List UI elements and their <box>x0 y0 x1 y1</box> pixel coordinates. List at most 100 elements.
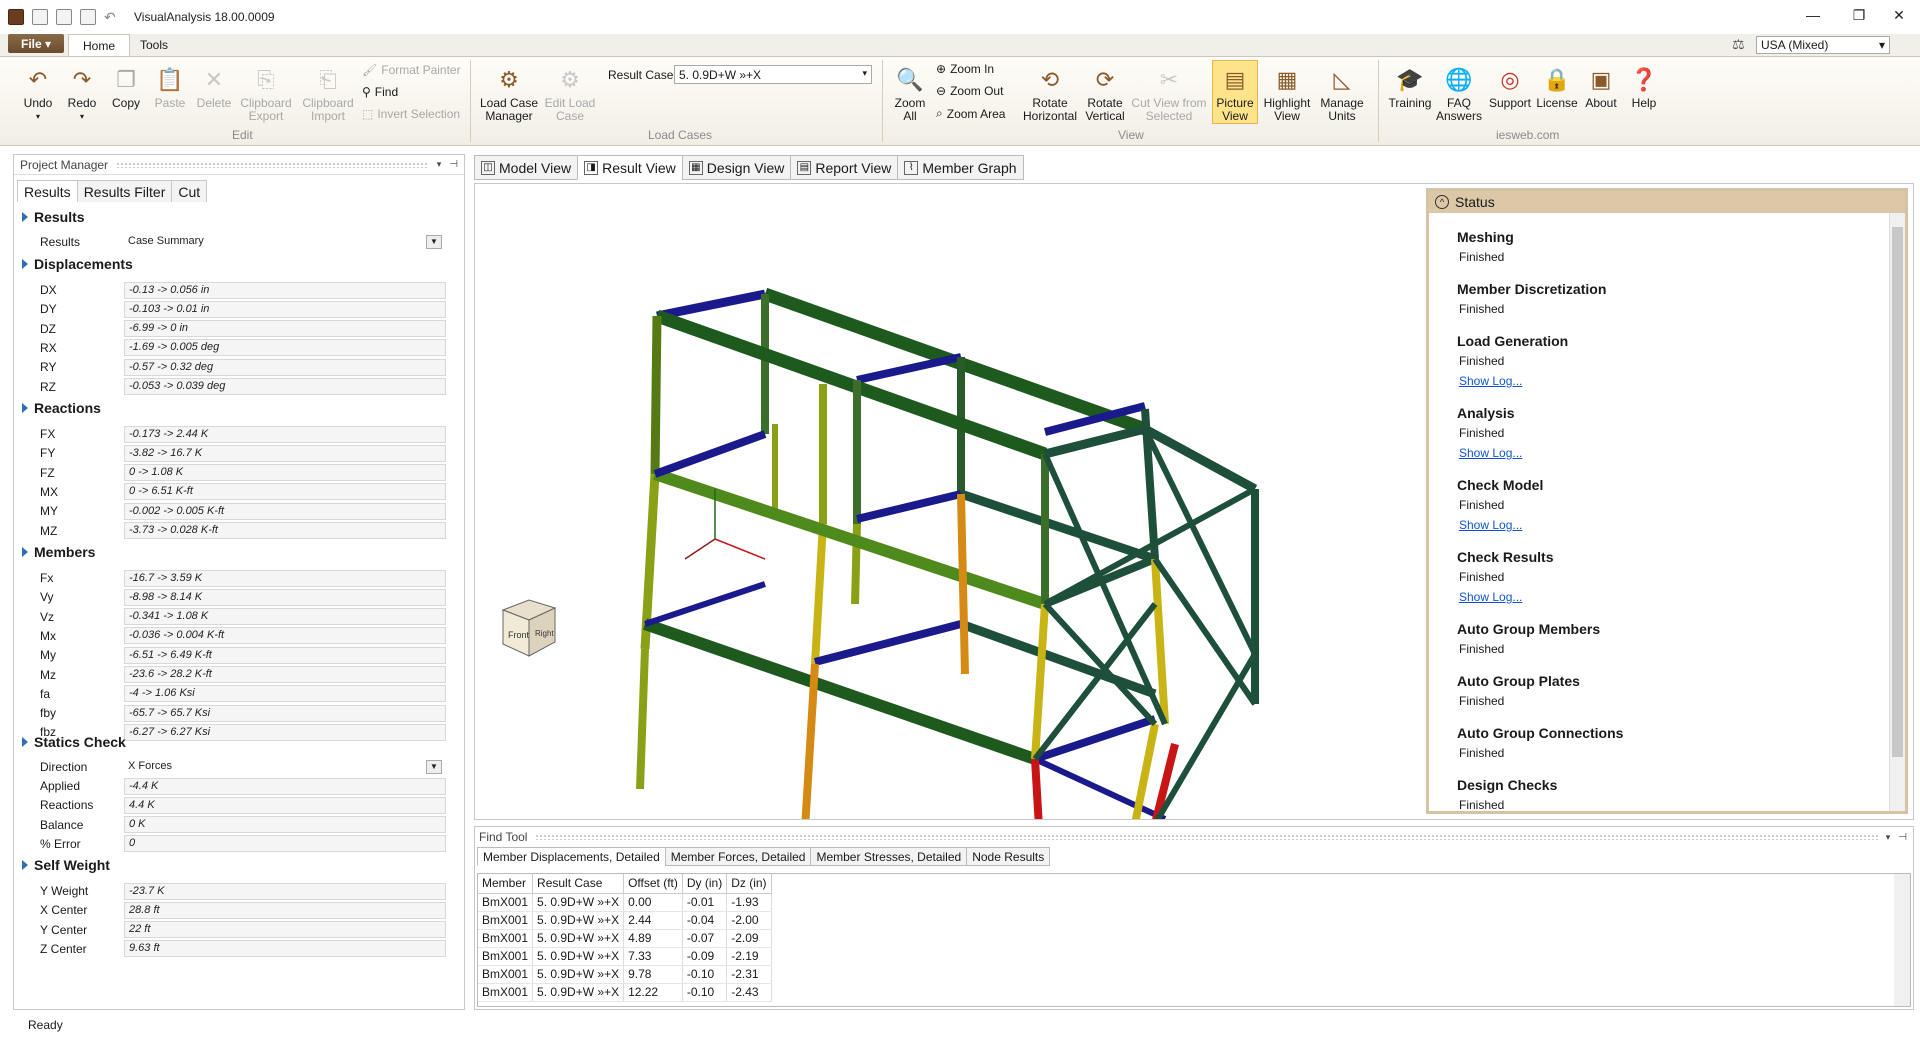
tab-home[interactable]: Home <box>68 34 131 56</box>
column-header[interactable]: Offset (ft) <box>623 874 683 894</box>
save-icon[interactable] <box>56 9 72 25</box>
property-value[interactable]: 9.63 ft <box>124 940 446 958</box>
direction-select[interactable]: X Forces ▼ <box>124 758 446 776</box>
help-button[interactable]: ❓ Help <box>1624 64 1664 110</box>
property-value[interactable]: 0 -> 6.51 K-ft <box>124 483 446 501</box>
table-row[interactable]: BmX001 5. 0.9D+W »+X 9.78 -0.10 -2.31 <box>478 965 772 984</box>
table-row[interactable]: BmX001 5. 0.9D+W »+X 0.00 -0.01 -1.93 <box>478 893 772 912</box>
property-value[interactable]: 22 ft <box>124 921 446 939</box>
grid-scrollbar[interactable] <box>1894 874 1910 1006</box>
tab-member-displacements[interactable]: Member Displacements, Detailed <box>477 847 666 866</box>
property-value[interactable]: -65.7 -> 65.7 Ksi <box>124 704 446 722</box>
pin-icon[interactable]: ⊣ <box>449 159 458 170</box>
manage-units-button[interactable]: ◺ Manage Units <box>1316 64 1368 123</box>
pin-icon[interactable]: ⊣ <box>1898 832 1907 843</box>
status-header[interactable]: ^ Status <box>1429 191 1905 213</box>
rotate-vertical-button[interactable]: ⟳ Rotate Vertical <box>1082 64 1128 123</box>
tab-tools[interactable]: Tools <box>126 34 182 56</box>
zoom-area-button[interactable]: ⌕ Zoom Area <box>936 106 1005 121</box>
zoom-out-button[interactable]: ⊖ Zoom Out <box>936 84 1003 98</box>
clipboard-export-button[interactable]: ⎘ Clipboard Export <box>238 64 294 123</box>
property-value[interactable]: -0.036 -> 0.004 K-ft <box>124 627 446 645</box>
property-value[interactable]: -1.69 -> 0.005 deg <box>124 339 446 357</box>
result-case-select[interactable]: 5. 0.9D+W »+X ▾ <box>674 65 872 84</box>
zoom-all-button[interactable]: 🔍 Zoom All <box>890 64 930 123</box>
copy-button[interactable]: ❐ Copy <box>108 64 144 110</box>
property-value[interactable]: -4.4 K <box>124 777 446 795</box>
file-menu-button[interactable]: File ▾ <box>8 34 64 53</box>
license-button[interactable]: 🔒 License <box>1534 64 1580 110</box>
property-value[interactable]: -0.053 -> 0.039 deg <box>124 378 446 395</box>
property-value[interactable]: -16.7 -> 3.59 K <box>124 569 446 587</box>
picture-view-button[interactable]: ▤ Picture View <box>1212 60 1258 124</box>
clipboard-import-button[interactable]: ⎗ Clipboard Import <box>300 64 356 123</box>
tab-member-forces[interactable]: Member Forces, Detailed <box>664 847 812 866</box>
cut-view-button[interactable]: ✂ Cut View from Selected <box>1128 64 1210 123</box>
tab-member-stresses[interactable]: Member Stresses, Detailed <box>810 847 968 866</box>
panel-menu-icon[interactable]: ▾ <box>1886 832 1891 843</box>
show-log-link[interactable]: Show Log... <box>1459 446 1522 460</box>
property-value[interactable]: 0 <box>124 835 446 853</box>
property-value[interactable]: -0.13 -> 0.056 in <box>124 281 446 299</box>
show-log-link[interactable]: Show Log... <box>1459 590 1522 604</box>
format-painter-button[interactable]: 🖌 Format Painter <box>362 63 461 77</box>
training-button[interactable]: 🎓 Training <box>1384 64 1436 110</box>
section-displacements[interactable]: Displacements <box>22 256 133 272</box>
property-value[interactable]: -4 -> 1.06 Ksi <box>124 685 446 703</box>
property-value[interactable]: 0 K <box>124 816 446 834</box>
section-statics-check[interactable]: Statics Check <box>22 734 126 750</box>
status-scrollbar[interactable] <box>1889 213 1905 811</box>
load-case-manager-button[interactable]: ⚙ Load Case Manager <box>478 64 540 123</box>
property-value[interactable]: 28.8 ft <box>124 901 446 919</box>
tab-cut[interactable]: Cut <box>171 180 208 202</box>
print-preview-icon[interactable] <box>80 9 96 25</box>
invert-selection-button[interactable]: ⬚ Invert Selection <box>362 107 460 121</box>
faq-answers-button[interactable]: 🌐 FAQ Answers <box>1434 64 1484 123</box>
tab-model-view[interactable]: ◫ Model View <box>474 155 579 180</box>
column-header[interactable]: Dz (in) <box>726 874 772 894</box>
property-value[interactable]: -6.51 -> 6.49 K-ft <box>124 646 446 664</box>
tab-design-view[interactable]: ▦ Design View <box>681 155 792 180</box>
new-file-icon[interactable] <box>32 9 48 25</box>
column-header[interactable]: Result Case <box>532 874 625 894</box>
property-value[interactable]: -8.98 -> 8.14 K <box>124 588 446 606</box>
column-header[interactable]: Member <box>478 874 534 894</box>
results-select[interactable]: Case Summary ▼ <box>124 233 446 251</box>
tab-member-graph[interactable]: ⌇ Member Graph <box>897 155 1024 180</box>
panel-menu-icon[interactable]: ▾ <box>437 159 442 170</box>
table-row[interactable]: BmX001 5. 0.9D+W »+X 4.89 -0.07 -2.09 <box>478 929 772 948</box>
section-members[interactable]: Members <box>22 544 95 560</box>
property-value[interactable]: -0.002 -> 0.005 K-ft <box>124 502 446 520</box>
section-reactions[interactable]: Reactions <box>22 400 101 416</box>
highlight-view-button[interactable]: ▦ Highlight View <box>1260 64 1314 123</box>
minimize-button[interactable]: — <box>1790 0 1836 30</box>
property-value[interactable]: -0.173 -> 2.44 K <box>124 425 446 443</box>
table-row[interactable]: BmX001 5. 0.9D+W »+X 12.22 -0.10 -2.43 <box>478 983 772 1002</box>
collapse-icon[interactable]: ^ <box>1435 195 1449 209</box>
property-value[interactable]: -0.341 -> 1.08 K <box>124 608 446 626</box>
find-button[interactable]: ⚲ Find <box>362 85 398 99</box>
property-value[interactable]: -6.99 -> 0 in <box>124 320 446 338</box>
zoom-in-button[interactable]: ⊕ Zoom In <box>936 62 994 76</box>
about-button[interactable]: ▣ About <box>1580 64 1622 110</box>
units-select[interactable]: USA (Mixed) ▾ <box>1756 36 1890 54</box>
tab-node-results[interactable]: Node Results <box>966 847 1051 866</box>
undo-button[interactable]: ↶ Undo ▾ <box>20 64 56 123</box>
close-button[interactable]: ✕ <box>1876 0 1920 30</box>
property-value[interactable]: -0.103 -> 0.01 in <box>124 300 446 318</box>
tab-results-filter[interactable]: Results Filter <box>76 180 173 202</box>
structure-model-graphic[interactable] <box>475 184 1425 819</box>
property-value[interactable]: 4.4 K <box>124 796 446 814</box>
section-self-weight[interactable]: Self Weight <box>22 857 110 873</box>
tab-report-view[interactable]: ▤ Report View <box>790 155 899 180</box>
redo-button[interactable]: ↷ Redo ▾ <box>64 64 100 123</box>
table-row[interactable]: BmX001 5. 0.9D+W »+X 7.33 -0.09 -2.19 <box>478 947 772 966</box>
property-value[interactable]: -0.57 -> 0.32 deg <box>124 358 446 376</box>
property-value[interactable]: 0 -> 1.08 K <box>124 464 446 482</box>
delete-button[interactable]: ✕ Delete <box>194 64 234 110</box>
show-log-link[interactable]: Show Log... <box>1459 374 1522 388</box>
rotate-horizontal-button[interactable]: ⟲ Rotate Horizontal <box>1018 64 1082 123</box>
quick-undo-icon[interactable]: ↶ <box>104 9 120 25</box>
property-value[interactable]: -23.7 K <box>124 882 446 900</box>
property-value[interactable]: -23.6 -> 28.2 K-ft <box>124 666 446 683</box>
